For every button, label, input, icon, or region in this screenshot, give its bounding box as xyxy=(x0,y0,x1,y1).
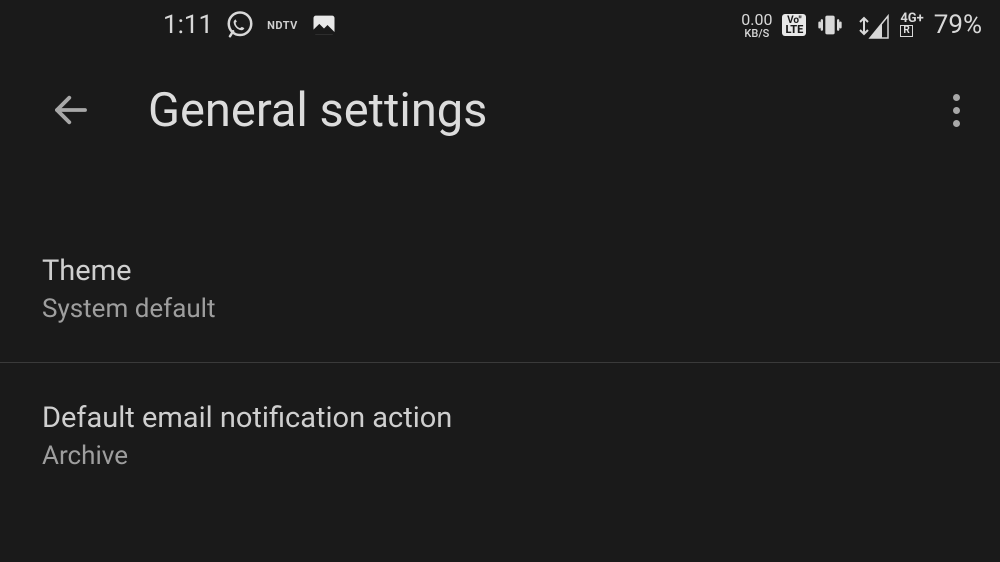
ndtv-icon: NDTV xyxy=(267,19,298,32)
volte-bottom: LTE xyxy=(785,25,803,35)
whatsapp-icon xyxy=(225,10,255,40)
vibrate-icon xyxy=(816,11,844,39)
setting-value: System default xyxy=(42,294,958,324)
settings-list: Theme System default Default email notif… xyxy=(0,170,1000,495)
back-button[interactable] xyxy=(50,89,92,131)
network-type: 4G+ xyxy=(900,13,923,25)
setting-default-notification-action[interactable]: Default email notification action Archiv… xyxy=(0,377,1000,495)
menu-dot-icon xyxy=(953,120,960,127)
data-rate-unit: KB/S xyxy=(744,28,769,39)
menu-dot-icon xyxy=(953,107,960,114)
clock-time: 1:11 xyxy=(163,10,213,40)
menu-dot-icon xyxy=(953,94,960,101)
battery-percentage: 79% xyxy=(934,10,982,40)
setting-title: Default email notification action xyxy=(42,401,958,435)
divider xyxy=(0,362,1000,363)
status-bar: 1:11 NDTV 0.00 KB/S Vo" LTE xyxy=(0,0,1000,50)
app-bar: General settings xyxy=(0,50,1000,170)
data-rate-value: 0.00 xyxy=(741,12,772,28)
setting-theme[interactable]: Theme System default xyxy=(0,230,1000,348)
signal-icon xyxy=(854,10,890,40)
status-right: 0.00 KB/S Vo" LTE 4G+ R 79% xyxy=(741,10,982,40)
data-rate-indicator: 0.00 KB/S xyxy=(741,12,772,39)
network-type-indicator: 4G+ R xyxy=(900,13,923,37)
arrow-left-icon xyxy=(50,89,92,131)
volte-icon: Vo" LTE xyxy=(782,14,806,37)
network-roaming: R xyxy=(900,25,912,37)
page-title: General settings xyxy=(148,83,887,138)
status-left: 1:11 NDTV xyxy=(163,10,338,40)
overflow-menu-button[interactable] xyxy=(943,84,970,137)
setting-value: Archive xyxy=(42,441,958,471)
image-icon xyxy=(310,11,338,39)
setting-title: Theme xyxy=(42,254,958,288)
